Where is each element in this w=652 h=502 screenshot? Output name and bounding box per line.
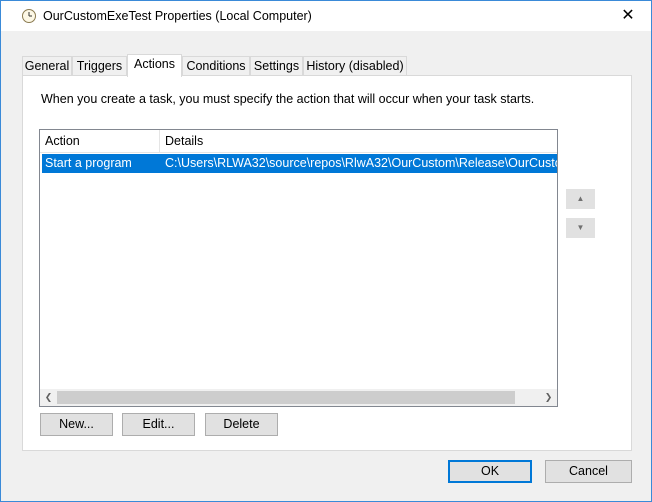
title-bar: OurCustomExeTest Properties (Local Compu… [1,1,651,31]
move-down-button[interactable]: ▼ [566,218,595,238]
tab-settings[interactable]: Settings [250,56,303,76]
edit-button[interactable]: Edit... [122,413,195,436]
scroll-left-arrow-icon[interactable]: ❮ [40,389,57,406]
cancel-button[interactable]: Cancel [545,460,632,483]
list-header: Action Details [40,130,557,153]
tab-general[interactable]: General [22,56,72,76]
column-header-action[interactable]: Action [40,130,160,153]
scroll-right-arrow-icon[interactable]: ❯ [540,389,557,406]
instruction-text: When you create a task, you must specify… [41,92,535,106]
actions-tab-page: When you create a task, you must specify… [22,75,632,451]
tab-actions[interactable]: Actions [127,54,182,77]
horizontal-scrollbar[interactable]: ❮ ❯ [40,389,557,406]
row-action-cell: Start a program [45,156,132,170]
tab-triggers[interactable]: Triggers [72,56,127,76]
move-up-button[interactable]: ▲ [566,189,595,209]
ok-button[interactable]: OK [448,460,532,483]
task-scheduler-clock-icon [21,8,37,24]
properties-dialog: OurCustomExeTest Properties (Local Compu… [0,0,652,502]
actions-list[interactable]: Action Details Start a program C:\Users\… [39,129,558,407]
scroll-thumb[interactable] [57,391,515,404]
new-button[interactable]: New... [40,413,113,436]
window-title: OurCustomExeTest Properties (Local Compu… [43,9,312,23]
tab-conditions[interactable]: Conditions [182,56,250,76]
table-row[interactable]: Start a program C:\Users\RLWA32\source\r… [42,154,557,173]
row-details-cell: C:\Users\RLWA32\source\repos\RlwA32\OurC… [165,156,557,170]
delete-button[interactable]: Delete [205,413,278,436]
column-header-details[interactable]: Details [160,130,557,153]
tab-history[interactable]: History (disabled) [303,56,407,76]
close-button[interactable]: ✕ [605,1,651,31]
